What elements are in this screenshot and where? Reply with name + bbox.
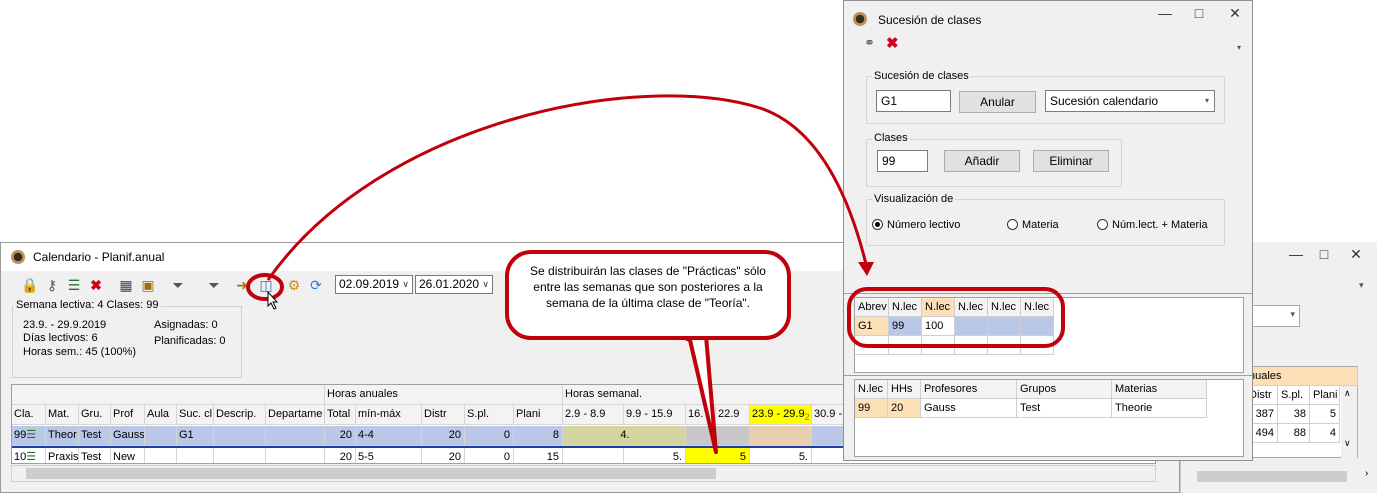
annotation-overlay — [246, 94, 1065, 454]
callout-bubble: Se distribuirán las clases de "Prácticas… — [505, 250, 791, 340]
grid-highlight-box — [847, 287, 1065, 348]
callout-tail — [678, 334, 718, 454]
icon-highlight-circle — [246, 273, 284, 301]
arrow-head — [858, 262, 874, 276]
callout-text: Se distribuirán las clases de "Prácticas… — [530, 264, 766, 310]
